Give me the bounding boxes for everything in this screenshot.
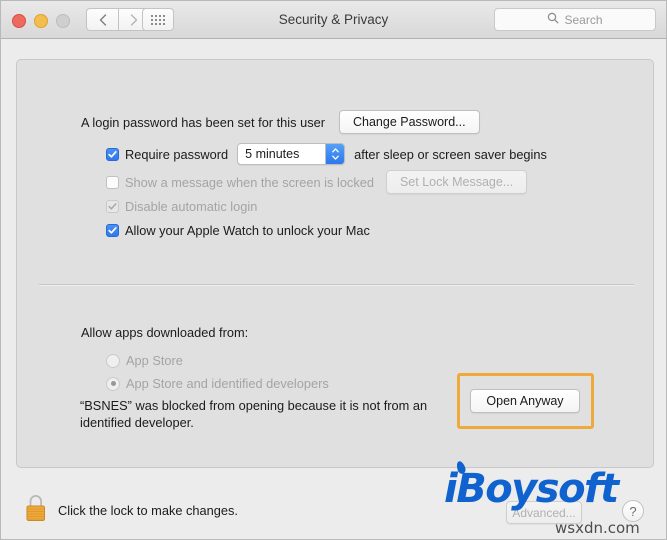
radio-selected-dot: [110, 381, 116, 386]
radio-app-store-and-identified-developers[interactable]: [106, 376, 120, 391]
stepper-arrows-icon[interactable]: [325, 144, 345, 164]
open-anyway-button[interactable]: Open Anyway: [470, 389, 580, 413]
require-password-suffix-label: after sleep or screen saver begins: [354, 146, 547, 162]
require-password-interval-popup[interactable]: 5 minutes: [237, 143, 346, 165]
grid-icon: [151, 14, 165, 25]
gatekeeper-option-identified-developers[interactable]: App Store and identified developers: [106, 376, 329, 391]
minimize-window-button[interactable]: [34, 14, 48, 28]
require-password-interval-value: 5 minutes: [245, 147, 300, 161]
disable-automatic-login-label: Disable automatic login: [125, 199, 258, 214]
zoom-window-button[interactable]: [56, 14, 70, 28]
search-icon: [547, 11, 559, 29]
disable-automatic-login-checkbox[interactable]: [106, 200, 119, 213]
require-password-checkbox[interactable]: [106, 147, 119, 161]
search-input[interactable]: Search: [564, 13, 602, 27]
gatekeeper-option-app-store[interactable]: App Store: [106, 353, 183, 368]
show-lock-message-label: Show a message when the screen is locked: [125, 174, 374, 190]
set-lock-message-button[interactable]: Set Lock Message...: [385, 170, 528, 194]
show-all-button[interactable]: [142, 8, 174, 31]
traffic-lights: [12, 14, 70, 28]
radio-app-store[interactable]: [106, 353, 120, 368]
forward-arrow-icon: [130, 13, 138, 26]
require-password-row: Require password 5 minutes after sleep o…: [106, 143, 547, 165]
apple-watch-unlock-label: Allow your Apple Watch to unlock your Ma…: [125, 223, 370, 238]
gatekeeper-heading: Allow apps downloaded from:: [81, 325, 249, 340]
change-password-button[interactable]: Change Password...: [339, 110, 480, 134]
show-lock-message-row: Show a message when the screen is locked…: [106, 170, 528, 194]
checkmark-icon: [108, 227, 117, 234]
lock-button[interactable]: [23, 493, 49, 523]
close-window-button[interactable]: [12, 14, 26, 28]
checkmark-icon: [108, 203, 117, 210]
section-divider: [39, 284, 634, 285]
advanced-button[interactable]: Advanced...: [506, 501, 582, 524]
help-button[interactable]: ?: [622, 500, 644, 522]
window-titlebar: Security & Privacy Search: [1, 1, 666, 39]
security-privacy-window: Security & Privacy Search General FileVa…: [0, 0, 667, 540]
login-password-row: A login password has been set for this u…: [81, 110, 480, 134]
blocked-app-message: “BSNES” was blocked from opening because…: [80, 398, 428, 430]
gatekeeper-heading-row: Allow apps downloaded from:: [81, 325, 248, 340]
lock-instruction-label: Click the lock to make changes.: [58, 503, 238, 518]
apple-watch-unlock-row: Allow your Apple Watch to unlock your Ma…: [106, 223, 370, 238]
back-button[interactable]: [86, 8, 118, 31]
checkmark-icon: [108, 150, 117, 158]
login-password-label: A login password has been set for this u…: [81, 114, 325, 130]
radio-identified-developers-label: App Store and identified developers: [126, 376, 329, 391]
back-arrow-icon: [99, 13, 107, 26]
apple-watch-unlock-checkbox[interactable]: [106, 224, 119, 237]
padlock-unlocked-icon: [26, 495, 45, 521]
show-lock-message-checkbox[interactable]: [106, 175, 119, 189]
navigation-buttons: [86, 8, 150, 31]
radio-app-store-label: App Store: [126, 353, 183, 368]
disable-automatic-login-row: Disable automatic login: [106, 199, 257, 214]
search-field[interactable]: Search: [494, 8, 656, 31]
require-password-label: Require password: [125, 146, 229, 162]
